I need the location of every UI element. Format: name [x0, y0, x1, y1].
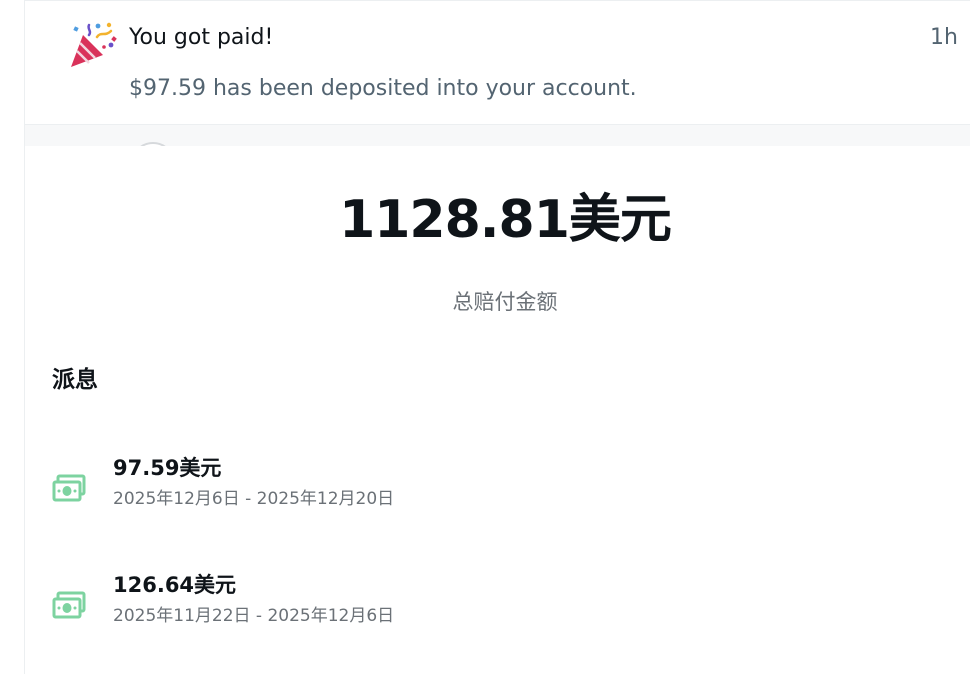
payouts-heading: 派息 [52, 367, 98, 393]
total-payout-label: 总赔付金额 [452, 290, 558, 314]
total-payout-amount: 1128.81美元 [339, 190, 672, 250]
notification-title: You got paid! [129, 25, 274, 50]
money-bill-icon [52, 591, 86, 619]
payout-item[interactable]: 126.64美元 2025年11月22日 - 2025年12月6日 [25, 571, 970, 641]
notification-body: $97.59 has been deposited into your acco… [129, 76, 637, 101]
payout-summary-card: 1128.81美元 总赔付金额 派息 97.59美元 2025年12月6日 - … [25, 146, 970, 674]
notification-time: 1h [930, 25, 958, 50]
next-notification[interactable] [25, 124, 970, 146]
payout-date-range: 2025年11月22日 - 2025年12月6日 [113, 606, 395, 626]
payment-notification[interactable]: You got paid! 1h $97.59 has been deposit… [25, 0, 970, 124]
party-popper-icon [71, 22, 117, 67]
money-bill-icon [52, 474, 86, 502]
page: You got paid! 1h $97.59 has been deposit… [0, 0, 970, 674]
payout-amount: 126.64美元 [113, 573, 237, 597]
payout-amount: 97.59美元 [113, 456, 222, 480]
payout-item[interactable]: 97.59美元 2025年12月6日 - 2025年12月20日 [25, 454, 970, 524]
payout-date-range: 2025年12月6日 - 2025年12月20日 [113, 489, 395, 509]
